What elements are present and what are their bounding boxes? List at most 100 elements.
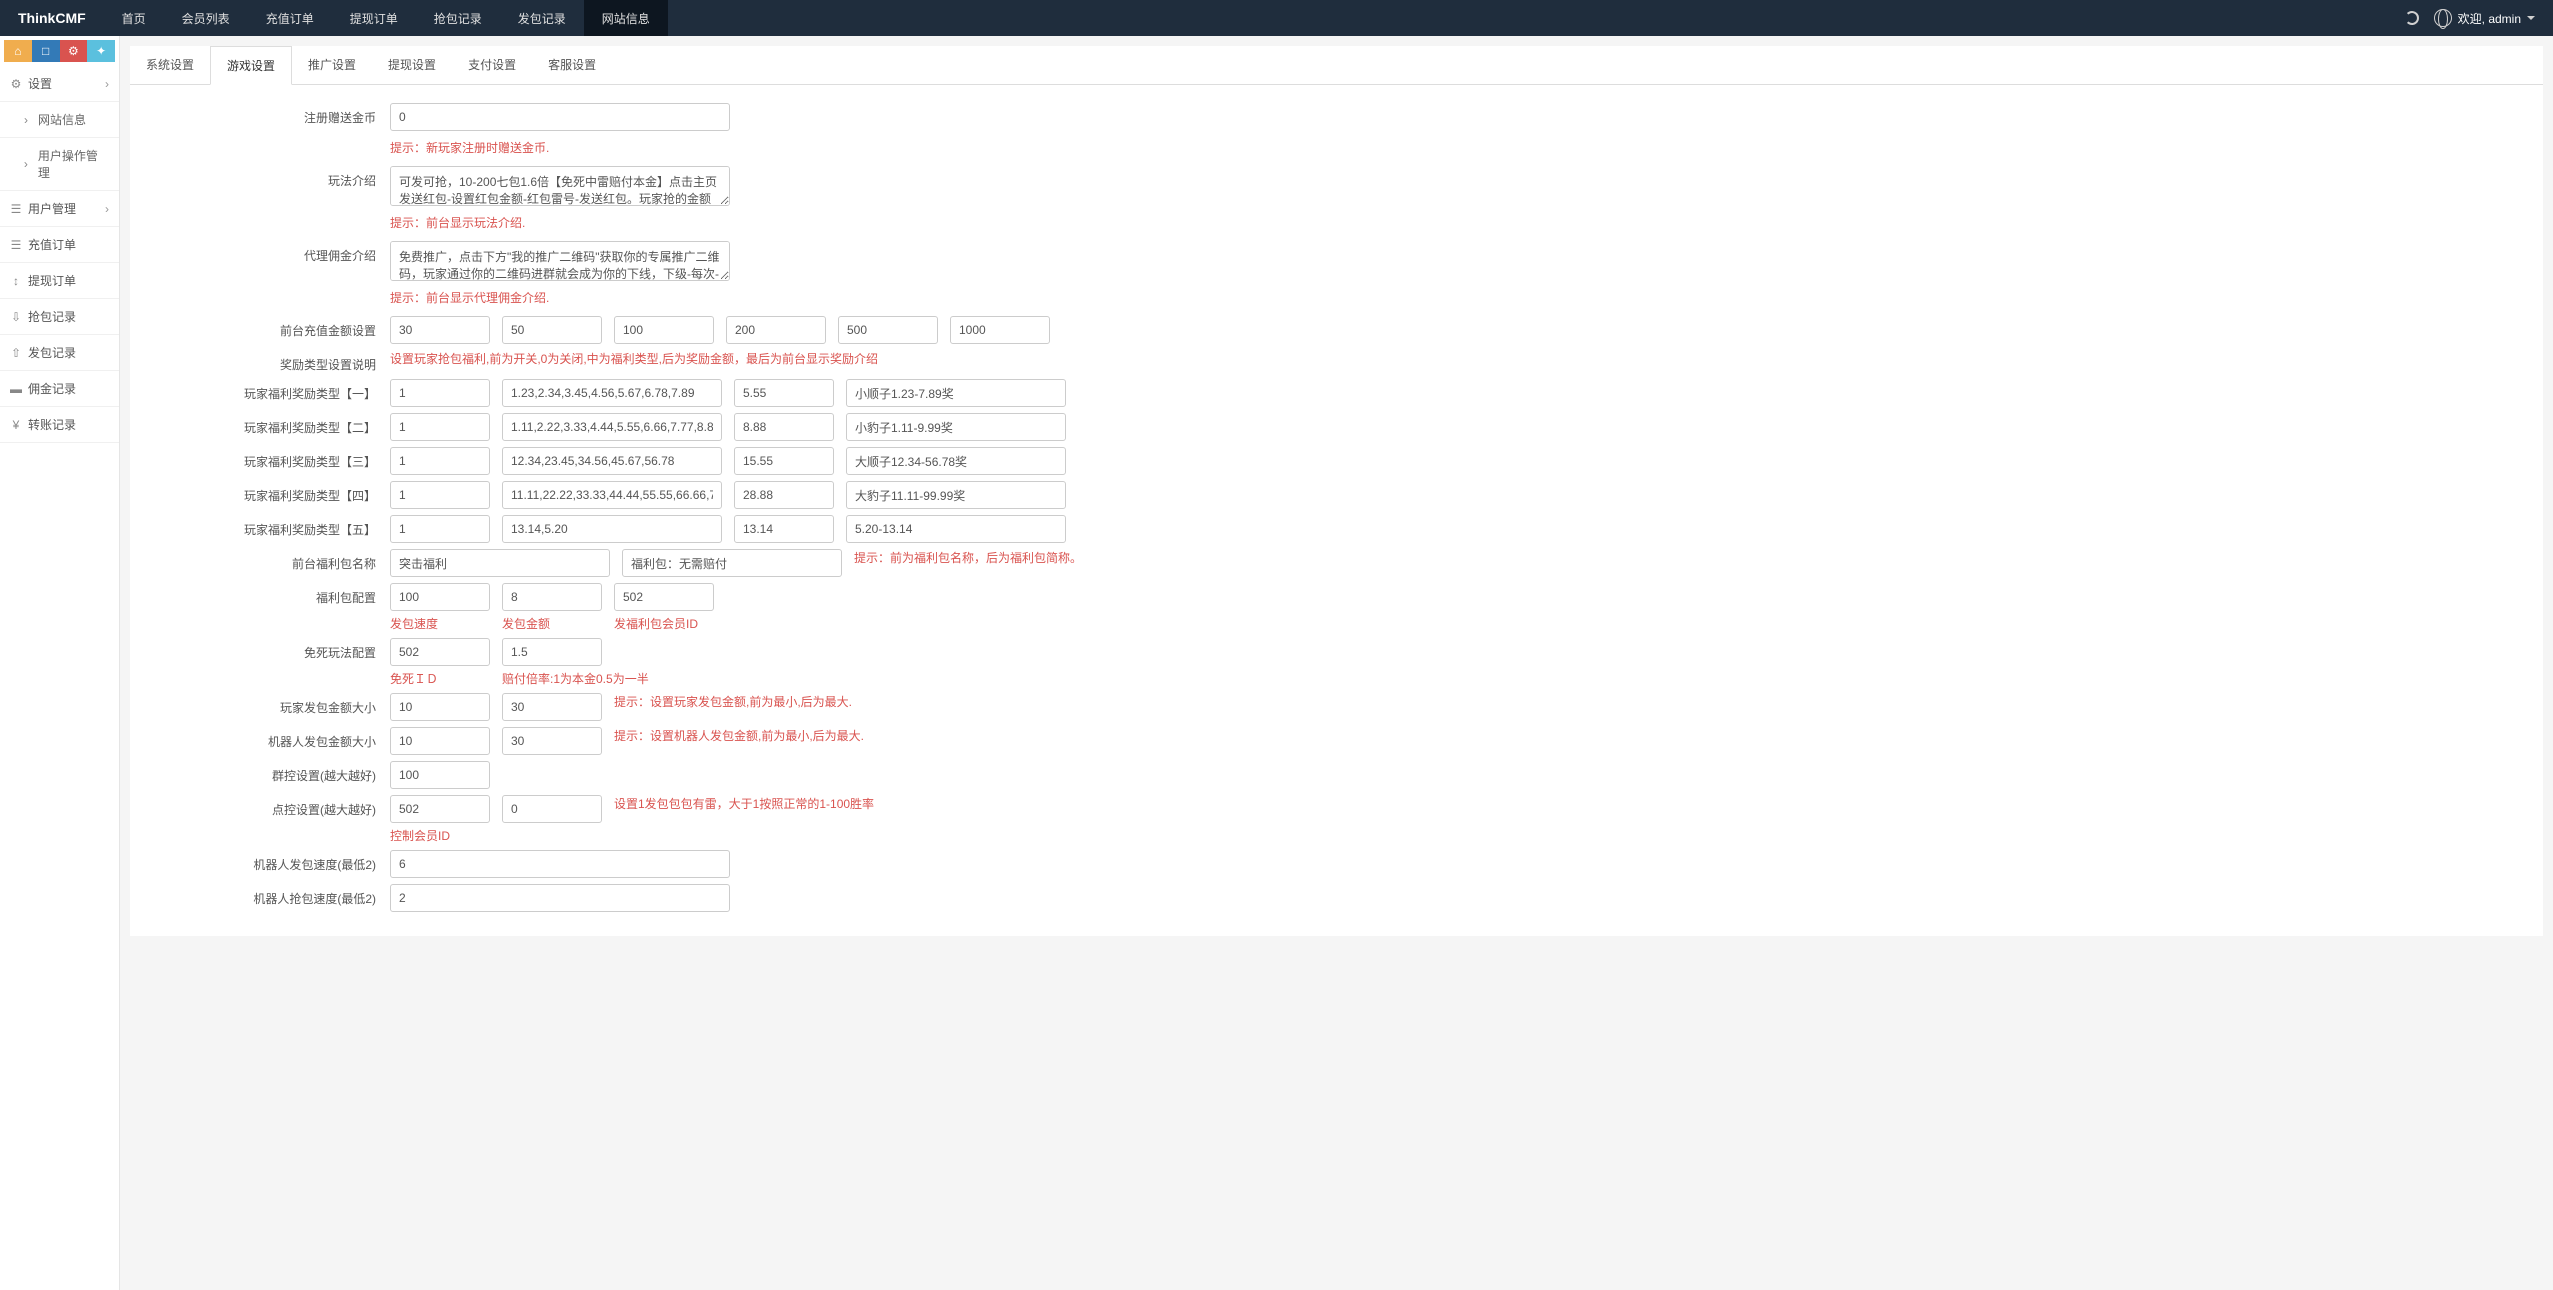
rw5-input-1[interactable] [502,515,722,543]
robot-pack-min[interactable] [390,727,490,755]
recharge-input-1[interactable] [502,316,602,344]
fuli-cfg-speed[interactable] [390,583,490,611]
rw1-input-2[interactable] [734,379,834,407]
topnav-1[interactable]: 会员列表 [164,0,248,36]
rw5-input-3[interactable] [846,515,1066,543]
miansi-rate[interactable] [502,638,602,666]
fuli-name-1[interactable] [390,549,610,577]
sidebar-item-9[interactable]: ¥转账记录 [0,407,119,443]
sidebar-item-4[interactable]: ☰充值订单 [0,227,119,263]
miansi-id-hint: 免死ＩＤ [390,670,490,687]
window-icon[interactable]: □ [32,40,60,62]
fuli-name-2[interactable] [622,549,842,577]
rw4-input-2[interactable] [734,481,834,509]
tab-5[interactable]: 客服设置 [532,46,612,84]
rw3-input-0[interactable] [390,447,490,475]
player-pack-label: 玩家发包金额大小 [140,693,390,716]
sidebar-icon: › [20,114,32,126]
fuli-name-label: 前台福利包名称 [140,549,390,572]
rw2-input-3[interactable] [846,413,1066,441]
topnav-3[interactable]: 提现订单 [332,0,416,36]
user-menu[interactable]: 欢迎, admin [2434,9,2535,27]
reg-gold-input[interactable] [390,103,730,131]
tab-3[interactable]: 提现设置 [372,46,452,84]
rw2-input-2[interactable] [734,413,834,441]
rw5-label: 玩家福利奖励类型【五】 [140,515,390,538]
rw1-input-1[interactable] [502,379,722,407]
rw4-input-0[interactable] [390,481,490,509]
rw3-label: 玩家福利奖励类型【三】 [140,447,390,470]
play-intro-textarea[interactable]: 可发可抢，10-200七包1.6倍【免死中雷赔付本金】点击主页发送红包-设置红包… [390,166,730,206]
rw4-input-1[interactable] [502,481,722,509]
diankong-val[interactable] [502,795,602,823]
rw1-label: 玩家福利奖励类型【一】 [140,379,390,402]
sidebar-item-2[interactable]: ›用户操作管理 [0,138,119,191]
topnav-0[interactable]: 首页 [104,0,164,36]
miansi-label: 免死玩法配置 [140,638,390,661]
topnav-6[interactable]: 网站信息 [584,0,668,36]
sidebar-item-0[interactable]: ⚙设置› [0,66,119,102]
topnav-5[interactable]: 发包记录 [500,0,584,36]
sidebar-item-5[interactable]: ↕提现订单 [0,263,119,299]
topnav-4[interactable]: 抢包记录 [416,0,500,36]
rw1-input-3[interactable] [846,379,1066,407]
sidebar-icon: ⇩ [10,311,22,323]
fuli-cfg-amount-hint: 发包金额 [502,615,602,632]
sidebar-item-3[interactable]: ☰用户管理› [0,191,119,227]
recharge-input-3[interactable] [726,316,826,344]
sidebar-item-1[interactable]: ›网站信息 [0,102,119,138]
recharge-input-0[interactable] [390,316,490,344]
tab-0[interactable]: 系统设置 [130,46,210,84]
robot-send-input[interactable] [390,850,730,878]
brand: ThinkCMF [0,10,104,26]
rw1-input-0[interactable] [390,379,490,407]
sidebar-item-label: 发包记录 [28,344,76,361]
chevron-right-icon: › [105,77,109,91]
sidebar-item-6[interactable]: ⇩ 抢包记录 [0,299,119,335]
rw2-input-0[interactable] [390,413,490,441]
reward-desc-text: 设置玩家抢包福利,前为开关,0为关闭,中为福利类型,后为奖励金额，最后为前台显示… [390,350,878,367]
rw3-input-3[interactable] [846,447,1066,475]
reg-gold-hint: 提示：新玩家注册时赠送金币. [390,137,2533,166]
miansi-rate-hint: 赔付倍率:1为本金0.5为一半 [502,670,649,687]
diankong-id[interactable] [390,795,490,823]
tab-1[interactable]: 游戏设置 [210,46,292,85]
star-icon[interactable]: ✦ [87,40,115,62]
agent-intro-textarea[interactable]: 免费推广，点击下方"我的推广二维码"获取你的专属推广二维码，玩家通过你的二维码进… [390,241,730,281]
play-intro-hint: 提示：前台显示玩法介绍. [390,212,2533,241]
recharge-input-4[interactable] [838,316,938,344]
sidebar-item-label: 抢包记录 [28,308,76,325]
robot-grab-input[interactable] [390,884,730,912]
sidebar-item-label: 设置 [28,75,52,92]
recharge-input-2[interactable] [614,316,714,344]
robot-send-label: 机器人发包速度(最低2) [140,850,390,873]
sidebar-item-8[interactable]: ▬佣金记录 [0,371,119,407]
robot-pack-max[interactable] [502,727,602,755]
sidebar-item-label: 佣金记录 [28,380,76,397]
gear-icon[interactable]: ⚙ [60,40,88,62]
recharge-input-5[interactable] [950,316,1050,344]
rw5-input-2[interactable] [734,515,834,543]
rw3-input-1[interactable] [502,447,722,475]
tab-4[interactable]: 支付设置 [452,46,532,84]
refresh-icon[interactable] [2404,10,2420,26]
tab-2[interactable]: 推广设置 [292,46,372,84]
miansi-id[interactable] [390,638,490,666]
fuli-cfg-amount[interactable] [502,583,602,611]
sidebar-item-7[interactable]: ⇧发包记录 [0,335,119,371]
diankong-sub: 控制会员ID [390,827,490,844]
home-icon[interactable]: ⌂ [4,40,32,62]
globe-icon [2434,9,2452,27]
fuli-cfg-memberid[interactable] [614,583,714,611]
rw3-input-2[interactable] [734,447,834,475]
qunkong-input[interactable] [390,761,490,789]
player-pack-max[interactable] [502,693,602,721]
rw4-input-3[interactable] [846,481,1066,509]
sidebar-icon: ↕ [10,275,22,287]
rw2-input-1[interactable] [502,413,722,441]
fuli-cfg-speed-hint: 发包速度 [390,615,490,632]
player-pack-min[interactable] [390,693,490,721]
topnav-2[interactable]: 充值订单 [248,0,332,36]
rw5-input-0[interactable] [390,515,490,543]
qunkong-label: 群控设置(越大越好) [140,761,390,784]
